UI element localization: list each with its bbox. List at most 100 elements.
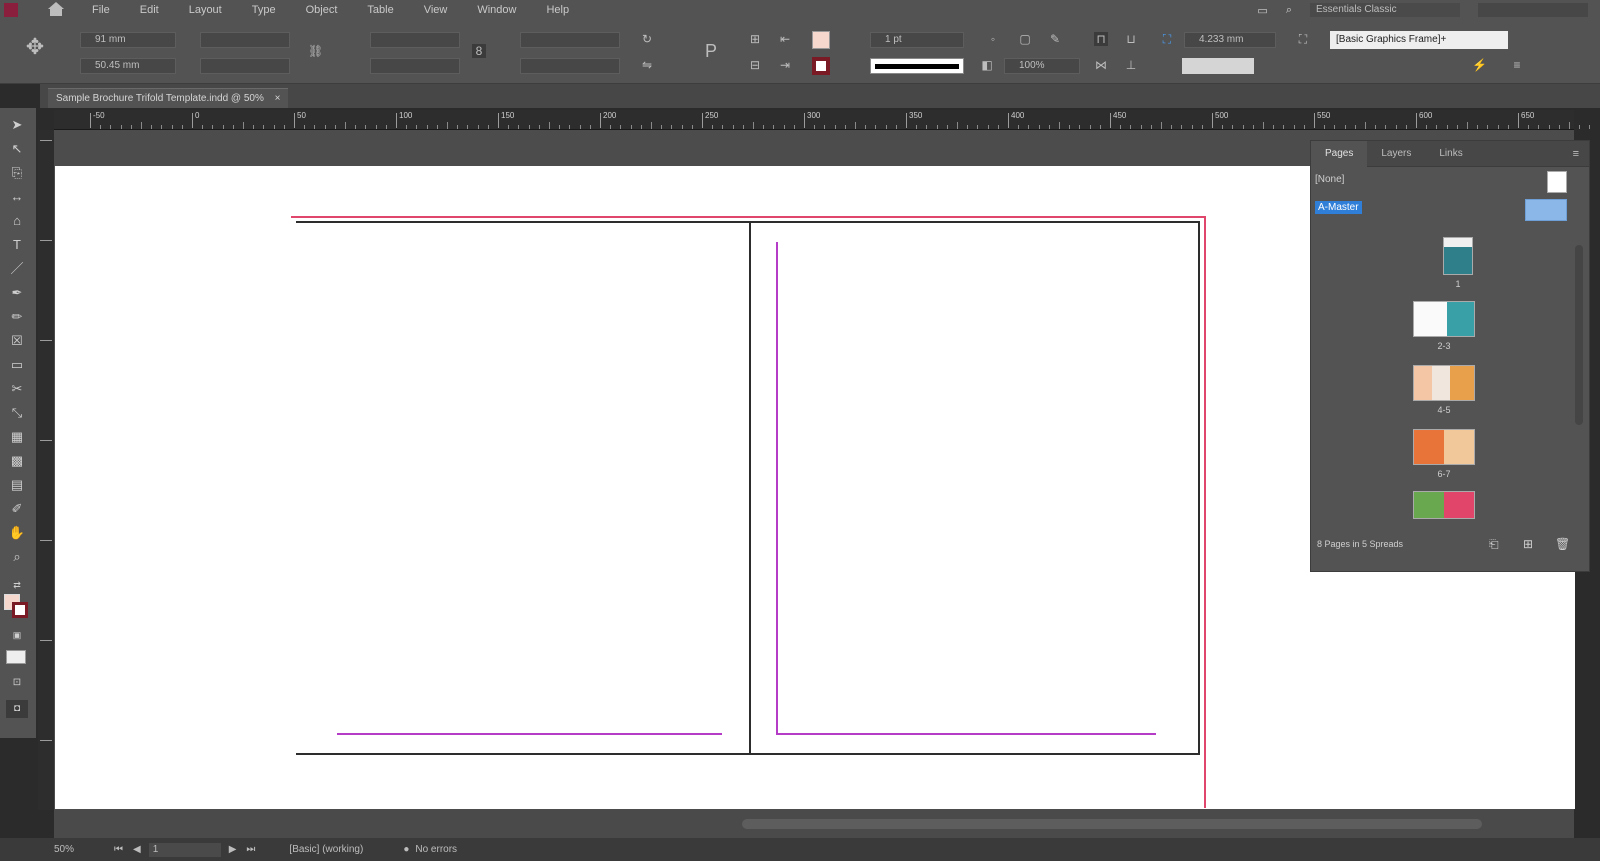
page-tool-icon[interactable]: ⎘ (6, 164, 28, 182)
zoom-tool-icon[interactable]: ⌕ (6, 548, 28, 566)
close-tab-icon[interactable]: × (275, 93, 281, 104)
panel-scrollbar[interactable] (1575, 245, 1583, 425)
search-icon[interactable]: ⌕ (1286, 4, 1292, 17)
scissors-tool-icon[interactable]: ✂ (6, 380, 28, 398)
preflight-profile[interactable]: [Basic] (working) (289, 844, 363, 855)
opacity-field[interactable]: 100% (1004, 58, 1080, 74)
wrap-around-icon[interactable]: ⋈ (1094, 58, 1108, 72)
search-help-field[interactable] (1478, 3, 1588, 17)
share-icon[interactable]: ▭ (1257, 4, 1267, 17)
menu-object[interactable]: Object (306, 4, 338, 16)
text-wrap-icon[interactable]: ⊔ (1124, 32, 1138, 46)
x-field[interactable]: 91 mm (80, 32, 176, 48)
rotate-cw-icon[interactable]: ↻ (640, 32, 654, 46)
reference-p-icon[interactable]: P (704, 42, 718, 60)
rectangle-frame-tool-icon[interactable]: ☒ (6, 332, 28, 350)
pencil-tool-icon[interactable]: ✏ (6, 308, 28, 326)
stroke-type-dropdown[interactable] (870, 58, 964, 74)
first-page-icon[interactable]: ⏮ (114, 844, 123, 855)
new-page-icon[interactable]: ⎗ (1489, 537, 1499, 552)
preflight-errors[interactable]: No errors (415, 844, 457, 855)
wrap-jump-icon[interactable]: ⊥ (1124, 58, 1138, 72)
free-transform-tool-icon[interactable]: ⤡ (6, 404, 28, 422)
menu-layout[interactable]: Layout (189, 4, 222, 16)
master-a-thumb[interactable] (1525, 199, 1567, 221)
select-container-icon[interactable]: ⊞ (748, 32, 762, 46)
object-style-dropdown[interactable]: [Basic Graphics Frame]+ (1330, 31, 1508, 49)
page-thumb-8[interactable] (1413, 491, 1475, 519)
menu-help[interactable]: Help (546, 4, 569, 16)
line-tool-icon[interactable]: ／ (6, 260, 28, 278)
stroke-color-icon[interactable] (12, 602, 28, 618)
hand-tool-icon[interactable]: ✋ (6, 524, 28, 542)
master-none[interactable]: [None] (1315, 171, 1575, 189)
scale-x-field[interactable] (370, 32, 460, 48)
lock-icon[interactable]: ⊓ (1094, 32, 1108, 46)
master-none-thumb[interactable] (1547, 171, 1567, 193)
page-thumb-6-7[interactable] (1413, 429, 1475, 465)
menu-edit[interactable]: Edit (140, 4, 159, 16)
y-field[interactable]: 50.45 mm (80, 58, 176, 74)
next-page-icon[interactable]: ▶ (229, 844, 237, 855)
drop-shadow-icon[interactable]: ◦ (986, 32, 1000, 46)
reference-point-icon[interactable]: ✥ (22, 36, 48, 64)
page-number-field[interactable]: 1 (148, 842, 221, 857)
formatting-affects-container-icon[interactable]: ▣ (6, 626, 28, 644)
menu-view[interactable]: View (424, 4, 448, 16)
shear-field[interactable] (520, 58, 620, 74)
gradient-feather-tool-icon[interactable]: ▩ (6, 452, 28, 470)
select-previous-icon[interactable]: ⇤ (778, 32, 792, 46)
horizontal-scroll-thumb[interactable] (742, 819, 1482, 829)
fit-frame-icon[interactable]: ⛶ (1296, 32, 1310, 46)
quick-apply-icon[interactable]: ⚡ (1472, 58, 1487, 72)
constrain-scale-icon[interactable]: 8 (472, 44, 486, 58)
pen-tool-icon[interactable]: ✒ (6, 284, 28, 302)
page-thumb-4-5[interactable] (1413, 365, 1475, 401)
selection-tool-icon[interactable]: ➤ (6, 116, 28, 134)
height-field[interactable] (200, 58, 290, 74)
stroke-weight-field[interactable]: 1 pt (870, 32, 964, 48)
view-mode-icon[interactable]: ⊡ (6, 674, 28, 692)
apply-color-icon[interactable] (6, 650, 26, 664)
menu-table[interactable]: Table (367, 4, 393, 16)
flip-horizontal-icon[interactable]: ⇋ (640, 58, 654, 72)
new-spread-icon[interactable]: ⊞ (1523, 537, 1533, 551)
type-tool-icon[interactable]: T (6, 236, 28, 254)
tab-links[interactable]: Links (1425, 141, 1476, 167)
menu-type[interactable]: Type (252, 4, 276, 16)
trash-icon[interactable]: 🗑 (1555, 537, 1570, 551)
rectangle-tool-icon[interactable]: ▭ (6, 356, 28, 374)
tab-layers[interactable]: Layers (1367, 141, 1425, 167)
frame-icon[interactable]: ▢ (1018, 32, 1032, 46)
stroke-swatch[interactable] (812, 57, 830, 75)
last-page-icon[interactable]: ⏭ (246, 844, 255, 855)
scale-y-field[interactable] (370, 58, 460, 74)
content-collector-icon[interactable]: ⌂ (6, 212, 28, 230)
effect-value-field[interactable]: 4.233 mm (1184, 32, 1276, 48)
constrain-proportions-icon[interactable]: ⛓ (308, 44, 323, 58)
page-thumb-1[interactable] (1443, 237, 1473, 275)
zoom-level[interactable]: 50% (54, 844, 74, 855)
rotate-field[interactable] (520, 32, 620, 48)
gradient-tool-icon[interactable]: ▦ (6, 428, 28, 446)
opacity-icon[interactable]: ◧ (980, 58, 994, 72)
workspace-switcher[interactable]: Essentials Classic (1310, 3, 1460, 17)
panel-menu-icon[interactable]: ≡ (1573, 148, 1579, 160)
gap-tool-icon[interactable]: ↔ (6, 188, 28, 206)
document-tab[interactable]: Sample Brochure Trifold Template.indd @ … (48, 88, 289, 108)
select-next-icon[interactable]: ⇥ (778, 58, 792, 72)
tab-pages[interactable]: Pages (1311, 140, 1368, 167)
home-icon[interactable] (48, 2, 64, 16)
panel-menu-icon[interactable]: ≡ (1510, 58, 1524, 72)
screen-mode-icon[interactable]: ◘ (6, 700, 28, 718)
auto-fit-icon[interactable]: ⛶ (1160, 32, 1174, 46)
swap-colors-icon[interactable]: ⇄ (6, 576, 28, 594)
select-content-icon[interactable]: ⊟ (748, 58, 762, 72)
note-tool-icon[interactable]: ▤ (6, 476, 28, 494)
pencil-icon[interactable]: ✎ (1048, 32, 1062, 46)
color-field[interactable] (1182, 58, 1254, 74)
width-field[interactable] (200, 32, 290, 48)
prev-page-icon[interactable]: ◀ (133, 844, 141, 855)
horizontal-scrollbar[interactable] (54, 810, 1574, 838)
eyedropper-tool-icon[interactable]: ✐ (6, 500, 28, 518)
